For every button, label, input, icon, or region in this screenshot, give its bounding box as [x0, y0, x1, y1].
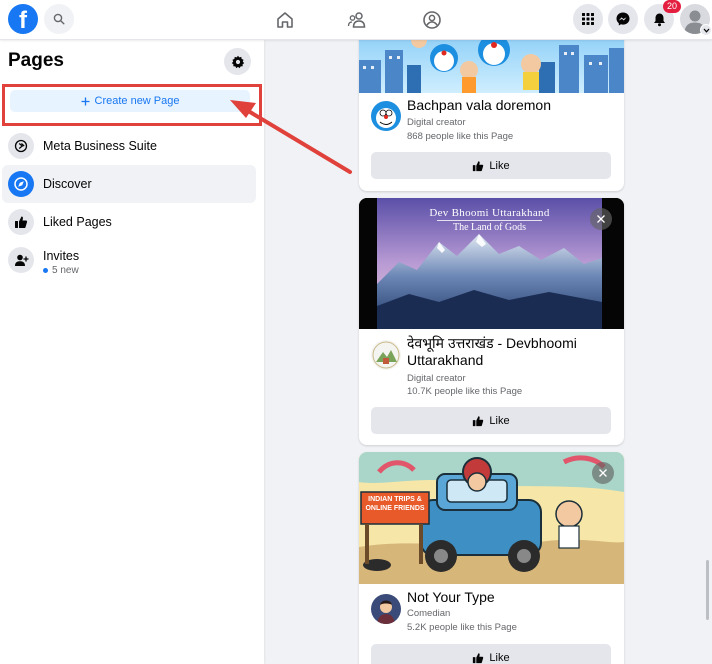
- sidebar-item-label: Discover: [43, 177, 92, 191]
- like-button[interactable]: Like: [371, 644, 611, 664]
- page-cover-image[interactable]: INDIAN TRIPS & ONLINE FRIENDS: [359, 452, 624, 584]
- profile-tab[interactable]: [420, 8, 444, 32]
- page-card: Bachpan vala doremon Digital creator 868…: [359, 20, 624, 191]
- banner-sign-text: INDIAN TRIPS & ONLINE FRIENDS: [365, 496, 425, 512]
- page-category: Digital creator: [407, 373, 466, 384]
- like-button-label: Like: [489, 159, 510, 172]
- like-button[interactable]: Like: [371, 407, 611, 434]
- annotation-highlight-box: [2, 84, 262, 126]
- scrollbar-thumb[interactable]: [706, 560, 709, 620]
- close-icon: [599, 469, 607, 477]
- dismiss-button[interactable]: [590, 208, 612, 230]
- home-tab[interactable]: [273, 8, 297, 32]
- top-navigation-bar: f 20: [0, 0, 712, 40]
- profile-circle-icon: [423, 11, 441, 29]
- thumbs-up-icon: [473, 652, 484, 663]
- facebook-logo[interactable]: f: [8, 4, 38, 34]
- thumbs-up-icon: [8, 209, 34, 235]
- page-cover-image[interactable]: Dev Bhoomi Uttarakhand The Land of Gods: [359, 198, 624, 329]
- chevron-down-icon: [703, 28, 709, 33]
- page-likes-count: 10.7K people like this Page: [407, 386, 523, 397]
- menu-button[interactable]: [573, 4, 603, 34]
- messenger-button[interactable]: [608, 4, 638, 34]
- sidebar-item-discover[interactable]: Discover: [2, 165, 256, 203]
- sidebar-item-meta-business-suite[interactable]: Meta Business Suite: [2, 127, 256, 165]
- page-name[interactable]: Not Your Type: [407, 589, 617, 606]
- sidebar-item-label: Meta Business Suite: [43, 139, 157, 153]
- banner-divider: [437, 220, 542, 221]
- settings-button[interactable]: [224, 48, 251, 75]
- notification-badge: 20: [663, 0, 681, 13]
- search-button[interactable]: [44, 4, 74, 34]
- sidebar-item-invites[interactable]: Invites: [2, 243, 256, 285]
- like-button[interactable]: Like: [371, 152, 611, 179]
- page-category: Digital creator: [407, 117, 466, 128]
- page-avatar[interactable]: [371, 340, 401, 370]
- page-category: Comedian: [407, 608, 451, 619]
- like-button-label: Like: [489, 651, 510, 664]
- messenger-icon: [616, 12, 630, 26]
- page-name[interactable]: Bachpan vala doremon: [407, 97, 617, 114]
- pages-sidebar: Pages Create new Page Meta Business Suit…: [0, 40, 264, 664]
- sidebar-item-label: Invites: [43, 249, 80, 263]
- search-icon: [53, 13, 65, 25]
- page-name[interactable]: देवभूमि उत्तराखंड - Devbhoomi Uttarakhan…: [407, 335, 617, 369]
- dismiss-button[interactable]: [592, 462, 614, 484]
- page-likes-count: 868 people like this Page: [407, 131, 514, 142]
- page-card: INDIAN TRIPS & ONLINE FRIENDS Not Your T…: [359, 452, 624, 664]
- home-icon: [277, 12, 293, 28]
- sidebar-item-liked-pages[interactable]: Liked Pages: [2, 203, 256, 241]
- account-menu-caret[interactable]: [700, 24, 712, 36]
- invites-count: 5 new: [43, 265, 79, 276]
- page-avatar[interactable]: [371, 101, 401, 131]
- friends-icon: [347, 12, 366, 28]
- page-card: Dev Bhoomi Uttarakhand The Land of Gods …: [359, 198, 624, 445]
- gear-icon: [231, 55, 244, 68]
- thumbs-up-icon: [473, 160, 484, 171]
- thumbs-up-icon: [473, 415, 484, 426]
- person-add-icon: [8, 247, 34, 273]
- close-icon: [597, 215, 605, 223]
- page-avatar[interactable]: [371, 594, 401, 624]
- page-title: Pages: [8, 50, 64, 71]
- friends-tab[interactable]: [346, 8, 370, 32]
- page-likes-count: 5.2K people like this Page: [407, 622, 517, 633]
- meta-business-suite-icon: [8, 133, 34, 159]
- unread-dot: [43, 268, 48, 273]
- banner-title: Dev Bhoomi Uttarakhand: [429, 207, 550, 219]
- like-button-label: Like: [489, 414, 510, 427]
- compass-icon: [8, 171, 34, 197]
- banner-subtitle: The Land of Gods: [452, 222, 527, 233]
- bell-icon: [653, 13, 665, 26]
- grid-menu-icon: [582, 13, 594, 25]
- sidebar-item-label: Liked Pages: [43, 215, 112, 229]
